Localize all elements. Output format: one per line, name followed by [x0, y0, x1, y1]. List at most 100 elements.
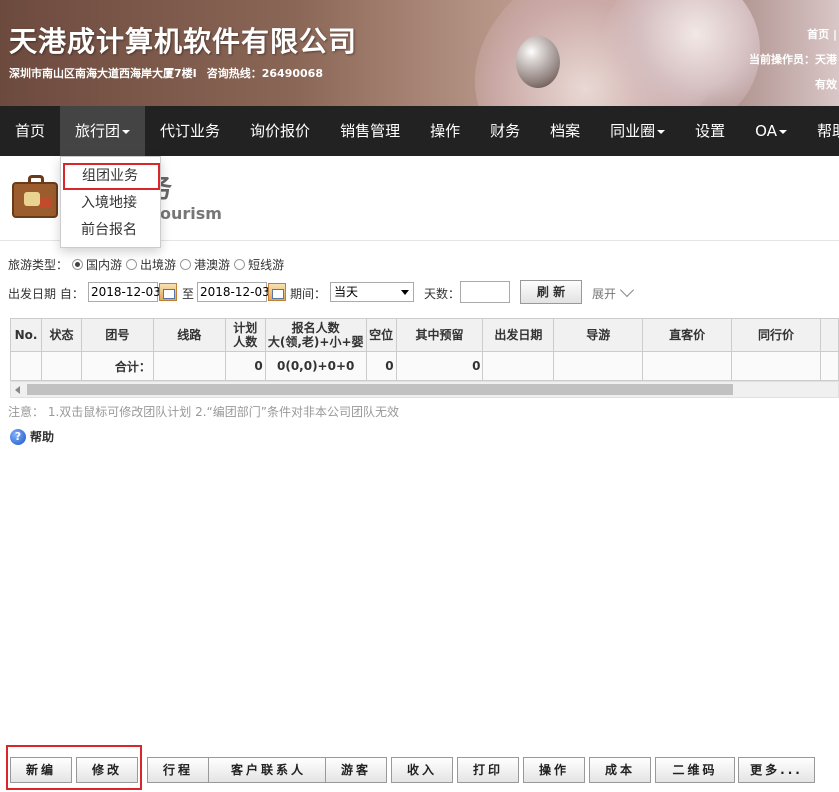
nav-archive[interactable]: 档案 [535, 106, 595, 156]
caret-down-icon [122, 129, 131, 134]
tour-type-label: 旅游类型： [8, 258, 69, 272]
qrcode-button[interactable]: 二维码 [655, 757, 735, 783]
dropdown-item-inbound[interactable]: 入境地接 [61, 190, 160, 216]
nav-finance[interactable]: 财务 [475, 106, 535, 156]
horizontal-scrollbar[interactable] [10, 381, 839, 398]
cell [553, 351, 644, 381]
period-label: 期间： [290, 287, 327, 301]
home-link[interactable]: 首页 | [807, 26, 837, 42]
col-direct-price[interactable]: 直客价 [642, 318, 733, 352]
col-signup[interactable]: 报名人数 大(领,老)+小+婴 [264, 318, 367, 352]
cell [482, 351, 555, 381]
cell [731, 351, 821, 381]
col-group-no[interactable]: 团号 [80, 318, 154, 352]
nav-oa[interactable]: OA [740, 106, 802, 156]
page-subtitle: ourism [160, 204, 222, 223]
calendar-icon[interactable] [268, 283, 286, 301]
days-input[interactable] [460, 281, 510, 303]
radio-short[interactable] [234, 259, 246, 270]
cell [819, 351, 839, 381]
date-to-input[interactable]: 2018-12-03 [197, 282, 270, 302]
col-vacancy[interactable]: 空位 [365, 318, 397, 352]
col-no[interactable]: No. [10, 318, 42, 352]
radio-domestic[interactable] [72, 259, 84, 270]
header-banner: 天港成计算机软件有限公司 深圳市南山区南海大道西海岸大厦7楼I 咨询热线：2649… [0, 0, 839, 106]
tour-table: No. 状态 团号 线路 计划 人数 报名人数 大(领,老)+小+婴 空位 其中… [10, 318, 839, 381]
col-peer-price[interactable]: 同行价 [731, 318, 821, 352]
banner-flower-highlight [600, 0, 760, 106]
nav-inquiry[interactable]: 询价报价 [235, 106, 325, 156]
total-reserved: 0 [395, 351, 484, 381]
radio-hk-macau[interactable] [180, 259, 192, 270]
scrollbar-thumb[interactable] [27, 384, 733, 395]
nav-booking[interactable]: 代订业务 [145, 106, 235, 156]
total-vacancy: 0 [365, 351, 397, 381]
radio-outbound[interactable] [126, 259, 138, 270]
operation-button[interactable]: 操作 [523, 757, 585, 783]
company-hotline: 咨询热线：26490068 [206, 67, 323, 80]
total-label: 合计： [80, 351, 154, 381]
dropdown-arrow-icon [401, 290, 409, 295]
caret-down-icon [778, 129, 787, 134]
help-icon: ? [10, 428, 26, 445]
company-contact: 深圳市南山区南海大道西海岸大厦7楼I 咨询热线：26490068 [9, 65, 323, 81]
nav-tour-group[interactable]: 旅行团 [60, 106, 146, 156]
col-route[interactable]: 线路 [152, 318, 226, 352]
usage-note: 注意： 1.双击鼠标可修改团队计划 2.“编团部门”条件对非本公司团队无效 [8, 405, 399, 419]
expand-label: 展开 [592, 287, 617, 301]
dropdown-item-group-business[interactable]: 组团业务 [63, 163, 160, 190]
more-button[interactable]: 更多... [738, 757, 815, 783]
tourist-button[interactable]: 游客 [325, 757, 387, 783]
tour-type-filter: 旅游类型： 国内游 出境游 港澳游 短线游 [8, 256, 284, 273]
suitcase-icon [10, 174, 58, 220]
nav-settings[interactable]: 设置 [680, 106, 740, 156]
cell [642, 351, 733, 381]
period-select[interactable]: 当天 [330, 282, 414, 302]
cell [40, 351, 82, 381]
departure-date-label: 出发日期 自： [8, 287, 84, 301]
income-button[interactable]: 收入 [391, 757, 453, 783]
current-operator: 当前操作员：天港 [749, 53, 837, 66]
help-label: 帮助 [30, 430, 55, 444]
refresh-button[interactable]: 刷 新 [520, 280, 582, 304]
cell [10, 351, 42, 381]
radio-label: 港澳游 [194, 258, 231, 272]
company-address: 深圳市南山区南海大道西海岸大厦7楼I [9, 67, 197, 80]
nav-operation[interactable]: 操作 [415, 106, 475, 156]
help-link[interactable]: ? 帮助 [10, 428, 54, 445]
cost-button[interactable]: 成本 [589, 757, 651, 783]
table-total-row: 合计： 0 0(0,0)+0+0 0 0 [10, 351, 839, 381]
total-planned: 0 [224, 351, 266, 381]
col-status[interactable]: 状态 [40, 318, 82, 352]
customer-contact-button[interactable]: 客户联系人 [208, 757, 329, 783]
dropdown-item-front-desk[interactable]: 前台报名 [61, 217, 160, 243]
col-extra [819, 318, 839, 352]
nav-help[interactable]: 帮助 [802, 106, 839, 156]
banner-water-drop [516, 36, 560, 88]
tour-group-dropdown: 组团业务 入境地接 前台报名 [60, 156, 161, 248]
total-signup: 0(0,0)+0+0 [264, 351, 367, 381]
nav-sales[interactable]: 销售管理 [325, 106, 415, 156]
scroll-left-icon[interactable] [15, 386, 20, 394]
col-guide[interactable]: 导游 [553, 318, 644, 352]
nav-home[interactable]: 首页 [0, 106, 60, 156]
col-departure[interactable]: 出发日期 [482, 318, 555, 352]
main-nav: 首页 旅行团 代订业务 询价报价 销售管理 操作 财务 档案 同业圈 设置 OA… [0, 106, 839, 156]
days-label: 天数： [424, 287, 461, 301]
nav-peer-circle[interactable]: 同业圈 [595, 106, 680, 156]
to-label: 至 [182, 287, 195, 301]
radio-label: 出境游 [140, 258, 177, 272]
caret-down-icon [657, 129, 666, 134]
radio-label: 短线游 [248, 258, 285, 272]
itinerary-button[interactable]: 行程 [147, 757, 209, 783]
validity-info: 有效 [815, 78, 837, 91]
col-planned[interactable]: 计划 人数 [224, 318, 266, 352]
col-reserved[interactable]: 其中预留 [395, 318, 484, 352]
calendar-icon[interactable] [159, 283, 177, 301]
date-from-input[interactable]: 2018-12-03 [88, 282, 161, 302]
print-button[interactable]: 打印 [457, 757, 519, 783]
company-name: 天港成计算机软件有限公司 [9, 25, 358, 58]
radio-label: 国内游 [86, 258, 123, 272]
expand-toggle[interactable]: 展开 [592, 282, 635, 302]
highlight-box [6, 745, 142, 790]
